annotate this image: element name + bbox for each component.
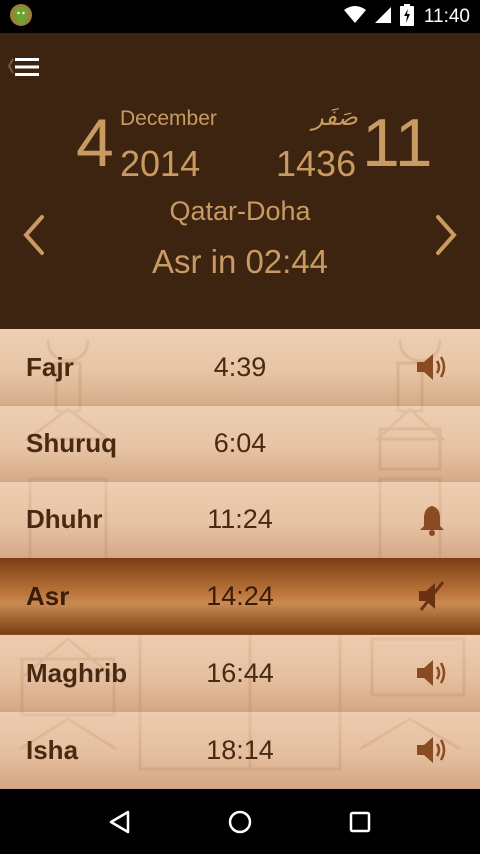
speaker-icon <box>417 737 446 763</box>
alert-toggle-dhuhr[interactable] <box>412 500 452 540</box>
prayer-row-shuruq[interactable]: Shuruq 6:04 <box>0 406 480 482</box>
prayer-row-isha[interactable]: Isha 18:14 <box>0 712 480 789</box>
back-chevron-icon <box>8 58 14 74</box>
wifi-icon <box>343 5 366 28</box>
alert-toggle-isha[interactable] <box>412 730 452 770</box>
prayer-row-maghrib[interactable]: Maghrib 16:44 <box>0 635 480 712</box>
prayer-times-list: Fajr 4:39 Shuruq 6:04 Dhuhr 11:24 Asr 14… <box>0 329 480 789</box>
hijri-month: صَفَر <box>312 103 358 131</box>
gregorian-day: 4 <box>76 105 114 181</box>
speaker-icon <box>417 354 446 380</box>
android-debug-icon <box>8 2 34 32</box>
back-button[interactable] <box>100 802 140 842</box>
prayer-name: Dhuhr <box>26 504 103 534</box>
prayer-time: 14:24 <box>206 580 274 611</box>
gregorian-month: December <box>120 107 217 130</box>
alert-toggle-fajr[interactable] <box>412 347 452 387</box>
system-nav-bar <box>0 789 480 854</box>
hijri-year: 1436 <box>276 143 357 184</box>
home-button[interactable] <box>220 802 260 842</box>
prayer-time: 18:14 <box>206 734 274 765</box>
prayer-row-dhuhr[interactable]: Dhuhr 11:24 <box>0 482 480 558</box>
alert-toggle-asr[interactable] <box>412 576 452 616</box>
status-right: 11:40 <box>343 3 470 30</box>
status-time: 11:40 <box>423 5 470 27</box>
recents-square-icon <box>349 811 371 832</box>
menu-button[interactable] <box>8 53 46 81</box>
status-bar: 11:40 <box>0 0 480 33</box>
prayer-time: 4:39 <box>213 351 267 382</box>
speaker-icon <box>417 660 446 686</box>
back-triangle-icon <box>109 810 130 833</box>
speaker-muted-icon <box>419 581 445 611</box>
prayer-time: 16:44 <box>206 657 274 688</box>
location-label: Qatar-Doha <box>169 196 311 226</box>
prayer-name: Asr <box>26 580 70 611</box>
prayer-time: 11:24 <box>207 504 273 534</box>
alert-toggle-maghrib[interactable] <box>412 653 452 693</box>
hijri-day: 11 <box>362 105 433 181</box>
date-header: 4 December 2014 صَفَر 1436 11 Qatar-Doha… <box>0 33 480 329</box>
prayer-name: Fajr <box>26 351 74 382</box>
prayer-row-asr[interactable]: Asr 14:24 <box>0 558 480 635</box>
gregorian-year: 2014 <box>120 143 201 184</box>
bell-icon <box>420 505 444 536</box>
prayer-time: 6:04 <box>213 428 267 458</box>
status-left <box>8 2 34 32</box>
prayer-row-fajr[interactable]: Fajr 4:39 <box>0 329 480 406</box>
chevron-right-icon <box>436 215 457 255</box>
prayer-name: Isha <box>26 734 79 765</box>
next-prayer-countdown: Asr in 02:44 <box>151 243 329 280</box>
battery-charging-icon <box>399 3 414 30</box>
prayer-name: Maghrib <box>26 657 128 688</box>
recents-button[interactable] <box>340 802 380 842</box>
prayer-name: Shuruq <box>26 428 117 458</box>
signal-icon <box>374 6 392 28</box>
hamburger-menu-icon <box>15 58 39 76</box>
home-circle-icon <box>228 810 252 833</box>
next-day-button[interactable] <box>430 211 462 259</box>
